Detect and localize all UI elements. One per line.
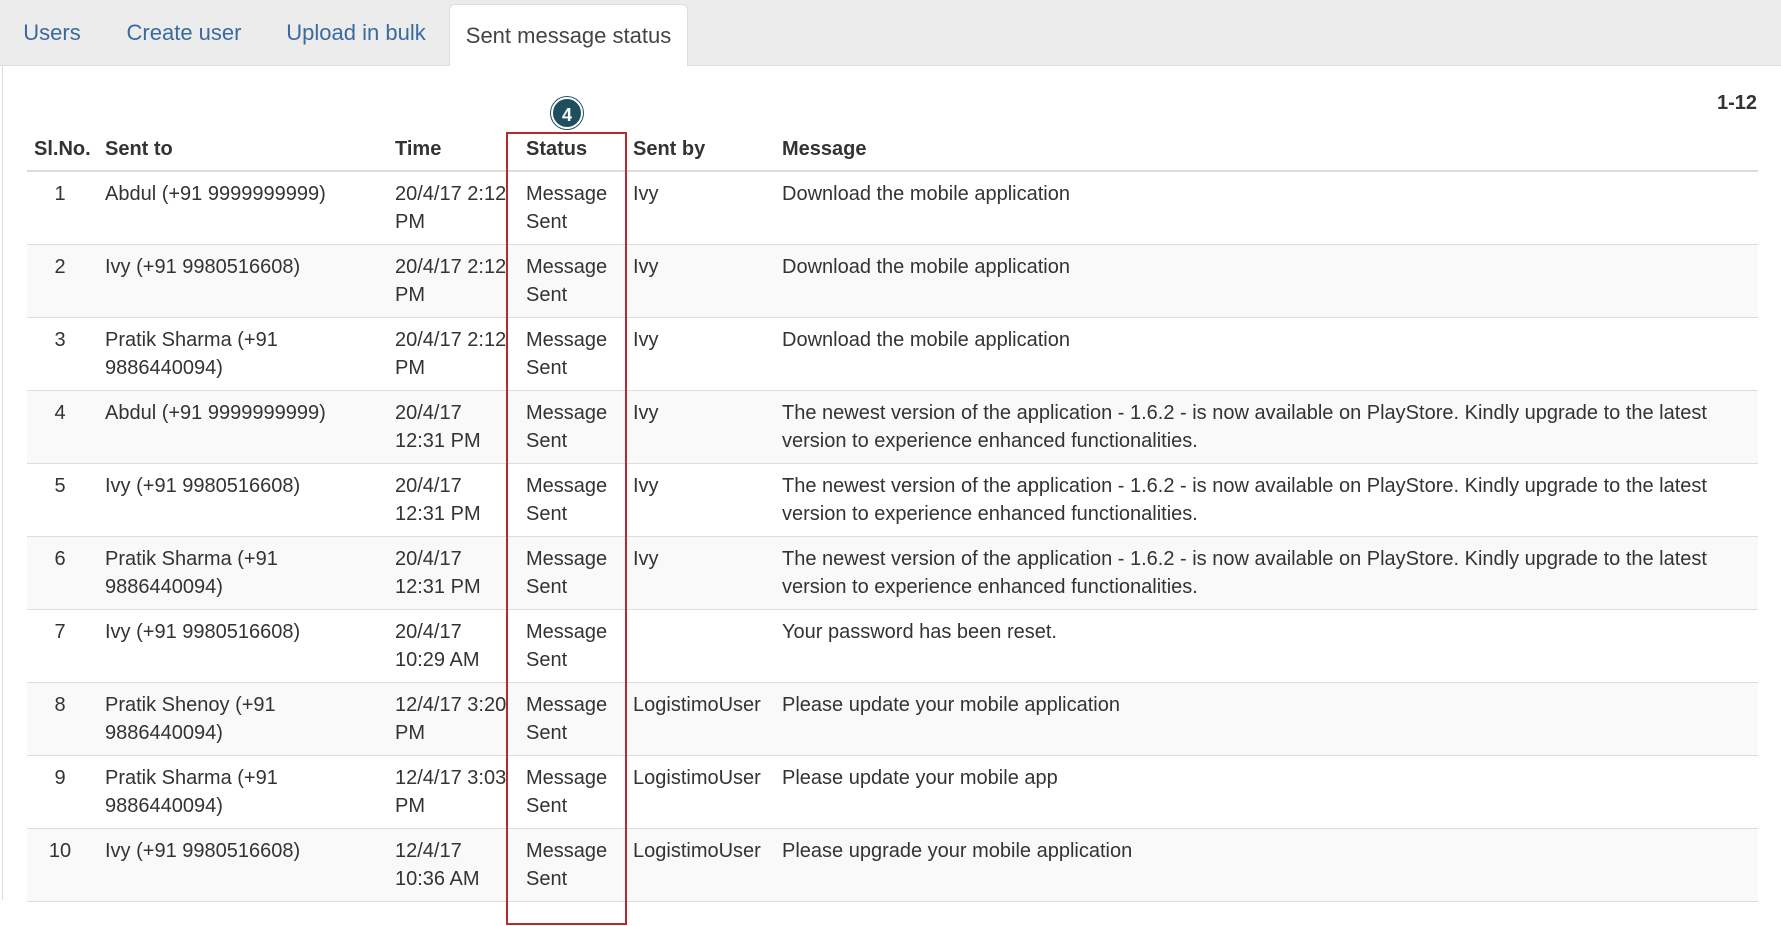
cell-sent-by: LogistimoUser (627, 755, 776, 829)
cell-sent-to: Abdul (+91 9999999999) (99, 390, 389, 464)
tab-sent-message-status[interactable]: Sent message status (449, 4, 688, 67)
cell-status: Message Sent (520, 828, 627, 902)
table-row: 2 Ivy (+91 9980516608) 20/4/17 2:12 PM M… (27, 244, 1758, 318)
cell-time: 20/4/17 12:31 PM (389, 536, 520, 610)
table-row: 4 Abdul (+91 9999999999) 20/4/17 12:31 P… (27, 390, 1758, 464)
cell-sent-to: Ivy (+91 9980516608) (99, 244, 389, 318)
cell-sent-to: Pratik Shenoy (+91 9886440094) (99, 682, 389, 756)
cell-time: 12/4/17 3:20 PM (389, 682, 520, 756)
cell-message: Please update your mobile application (776, 682, 1758, 756)
cell-message: Your password has been reset. (776, 609, 1758, 683)
table-row: 8 Pratik Shenoy (+91 9886440094) 12/4/17… (27, 682, 1758, 756)
cell-sent-to: Abdul (+91 9999999999) (99, 171, 389, 245)
tab-users[interactable]: Users (10, 0, 94, 66)
cell-sl-no: 1 (27, 171, 99, 245)
cell-time: 12/4/17 3:03 PM (389, 755, 520, 829)
cell-sent-by: Ivy (627, 317, 776, 391)
cell-status: Message Sent (520, 244, 627, 318)
cell-time: 12/4/17 10:36 AM (389, 828, 520, 902)
cell-status: Message Sent (520, 682, 627, 756)
column-header-sent-by: Sent by (627, 129, 776, 172)
cell-status: Message Sent (520, 755, 627, 829)
cell-sl-no: 6 (27, 536, 99, 610)
cell-message: Download the mobile application (776, 244, 1758, 318)
cell-sl-no: 7 (27, 609, 99, 683)
cell-time: 20/4/17 12:31 PM (389, 390, 520, 464)
cell-sent-by (627, 609, 776, 683)
cell-time: 20/4/17 2:12 PM (389, 317, 520, 391)
cell-message: The newest version of the application - … (776, 463, 1758, 537)
tab-bar: Users Create user Upload in bulk Sent me… (0, 0, 1781, 67)
column-header-time: Time (389, 129, 520, 172)
cell-sl-no: 2 (27, 244, 99, 318)
cell-sent-by: LogistimoUser (627, 682, 776, 756)
table-row: 3 Pratik Sharma (+91 9886440094) 20/4/17… (27, 317, 1758, 391)
cell-sl-no: 9 (27, 755, 99, 829)
column-header-sent-to: Sent to (99, 129, 389, 172)
tab-upload-in-bulk[interactable]: Upload in bulk (276, 0, 436, 66)
cell-message: Download the mobile application (776, 171, 1758, 245)
cell-sent-by: Ivy (627, 244, 776, 318)
cell-message: The newest version of the application - … (776, 390, 1758, 464)
pagination-range: 1-12 (1716, 92, 1757, 114)
cell-sent-by: Ivy (627, 171, 776, 245)
cell-sent-by: Ivy (627, 463, 776, 537)
table-row: 9 Pratik Sharma (+91 9886440094) 12/4/17… (27, 755, 1758, 829)
cell-time: 20/4/17 10:29 AM (389, 609, 520, 683)
cell-sl-no: 10 (27, 828, 99, 902)
table-row: 6 Pratik Sharma (+91 9886440094) 20/4/17… (27, 536, 1758, 610)
cell-time: 20/4/17 2:12 PM (389, 244, 520, 318)
cell-sent-by: Ivy (627, 390, 776, 464)
table-header-row: Sl.No. Sent to Time Status Sent by Messa… (27, 129, 1758, 172)
cell-sent-to: Pratik Sharma (+91 9886440094) (99, 755, 389, 829)
step-number-badge: 4 (551, 97, 583, 129)
sent-messages-table: Sl.No. Sent to Time Status Sent by Messa… (27, 129, 1758, 902)
cell-sl-no: 3 (27, 317, 99, 391)
table-row: 10 Ivy (+91 9980516608) 12/4/17 10:36 AM… (27, 828, 1758, 902)
cell-status: Message Sent (520, 171, 627, 245)
cell-sent-by: Ivy (627, 536, 776, 610)
column-header-message: Message (776, 129, 1758, 172)
column-header-status: Status (520, 129, 627, 172)
cell-time: 20/4/17 12:31 PM (389, 463, 520, 537)
table-row: 7 Ivy (+91 9980516608) 20/4/17 10:29 AM … (27, 609, 1758, 683)
table-row: 5 Ivy (+91 9980516608) 20/4/17 12:31 PM … (27, 463, 1758, 537)
cell-status: Message Sent (520, 536, 627, 610)
cell-sent-to: Ivy (+91 9980516608) (99, 609, 389, 683)
cell-sent-to: Pratik Sharma (+91 9886440094) (99, 536, 389, 610)
cell-status: Message Sent (520, 390, 627, 464)
cell-message: Please update your mobile app (776, 755, 1758, 829)
cell-sent-by: LogistimoUser (627, 828, 776, 902)
cell-status: Message Sent (520, 609, 627, 683)
cell-sent-to: Ivy (+91 9980516608) (99, 828, 389, 902)
cell-status: Message Sent (520, 463, 627, 537)
cell-sent-to: Pratik Sharma (+91 9886440094) (99, 317, 389, 391)
cell-sl-no: 4 (27, 390, 99, 464)
cell-sent-to: Ivy (+91 9980516608) (99, 463, 389, 537)
cell-time: 20/4/17 2:12 PM (389, 171, 520, 245)
cell-message: The newest version of the application - … (776, 536, 1758, 610)
cell-sl-no: 8 (27, 682, 99, 756)
table-row: 1 Abdul (+91 9999999999) 20/4/17 2:12 PM… (27, 171, 1758, 245)
cell-sl-no: 5 (27, 463, 99, 537)
cell-status: Message Sent (520, 317, 627, 391)
cell-message: Please upgrade your mobile application (776, 828, 1758, 902)
column-header-sl-no: Sl.No. (27, 129, 99, 172)
tab-create-user[interactable]: Create user (114, 0, 254, 66)
cell-message: Download the mobile application (776, 317, 1758, 391)
